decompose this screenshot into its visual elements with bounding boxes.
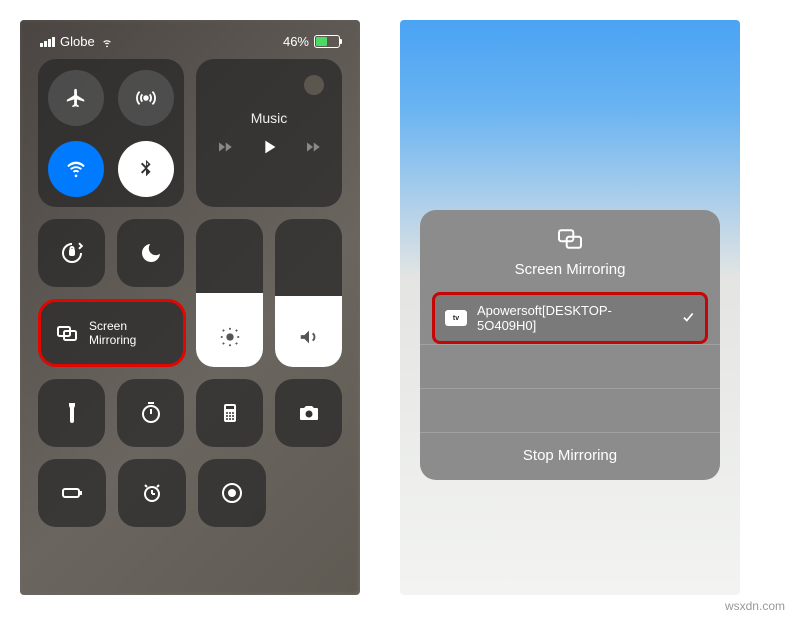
connectivity-group [38,59,184,207]
mirroring-sheet-screen: Screen Mirroring tv Apowersoft[DESKTOP-5… [400,20,740,595]
orientation-lock-button[interactable] [38,219,105,287]
screen-mirroring-label: ScreenMirroring [89,319,136,348]
timer-icon [139,401,163,425]
play-icon[interactable] [258,136,280,163]
rewind-icon[interactable] [216,138,234,161]
airplane-toggle[interactable] [48,70,104,126]
volume-slider[interactable] [275,219,342,367]
sheet-title: Screen Mirroring [515,261,626,278]
screen-mirroring-button[interactable]: ScreenMirroring [38,299,186,367]
low-power-button[interactable] [38,459,106,527]
carrier-label: Globe [60,34,95,49]
empty-row [420,388,720,432]
screen-mirroring-sheet: Screen Mirroring tv Apowersoft[DESKTOP-5… [420,210,720,480]
do-not-disturb-button[interactable] [117,219,184,287]
control-center-screen: Globe 46% [20,20,360,595]
camera-icon [297,401,321,425]
camera-button[interactable] [275,379,342,447]
timer-button[interactable] [117,379,184,447]
music-label: Music [251,110,288,126]
moon-icon [139,241,163,265]
wifi-status-icon [100,35,114,49]
orientation-lock-icon [60,241,84,265]
forward-icon[interactable] [304,138,322,161]
bluetooth-toggle[interactable] [118,141,174,197]
brightness-icon [219,326,241,353]
brightness-slider[interactable] [196,219,263,367]
low-power-icon [60,481,84,505]
music-tile[interactable]: Music [196,59,342,207]
battery-percent-label: 46% [283,34,309,49]
empty-row [420,344,720,388]
flashlight-button[interactable] [38,379,105,447]
volume-icon [298,326,320,353]
record-icon [220,481,244,505]
alarm-icon [140,481,164,505]
flashlight-icon [60,401,84,425]
watermark: wsxdn.com [725,599,785,613]
status-bar: Globe 46% [38,30,342,59]
device-name: Apowersoft[DESKTOP-5O409H0] [477,303,671,333]
calculator-icon [218,401,242,425]
alarm-button[interactable] [118,459,186,527]
wifi-toggle[interactable] [48,141,104,197]
screen-mirroring-icon [55,321,79,345]
airplay-audio-icon [304,75,324,95]
appletv-icon: tv [445,310,467,326]
screen-mirroring-icon [555,228,585,255]
signal-icon [40,37,55,47]
screen-record-button[interactable] [198,459,266,527]
checkmark-icon [681,310,695,327]
calculator-button[interactable] [196,379,263,447]
mirroring-device-row[interactable]: tv Apowersoft[DESKTOP-5O409H0] [432,292,708,344]
battery-icon [314,35,340,48]
stop-mirroring-button[interactable]: Stop Mirroring [420,432,720,474]
cellular-toggle[interactable] [118,70,174,126]
